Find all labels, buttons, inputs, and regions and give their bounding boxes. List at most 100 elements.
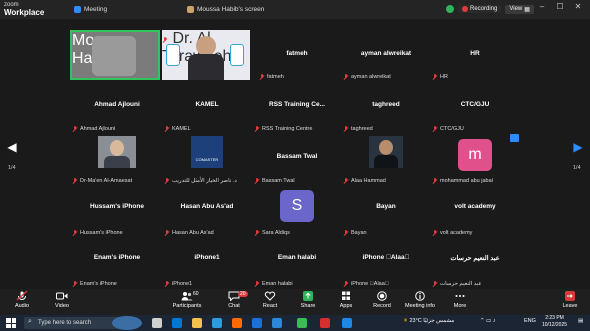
participant-label: KAMEL (164, 126, 191, 132)
participant-display-name: iPhone  Alaa  (362, 254, 410, 261)
word-icon[interactable] (252, 318, 262, 328)
participant-tile[interactable]: Bayan Bayan (341, 186, 431, 236)
participant-name: Alaa Hammad (351, 178, 386, 184)
clock-date: 10/12/2025 (542, 322, 568, 328)
participant-video-tarawneh[interactable]: Dr. Al Tarawneh (162, 30, 250, 80)
participant-tile[interactable]: COMASTER د. ناصر الخيار الأمثل للتدريب (162, 134, 252, 184)
video-button[interactable]: Video (42, 291, 82, 309)
record-label: Record (373, 303, 391, 309)
windows-start-icon[interactable] (6, 318, 16, 328)
participant-name: ayman alwreikat (351, 74, 391, 80)
participants-icon (181, 292, 193, 301)
participant-display-name: Bayan (376, 203, 396, 210)
leave-icon (565, 291, 575, 301)
participant-tile[interactable]: volt academy volt academy (430, 186, 520, 236)
participant-tile[interactable]: S Sara Aldiqs (252, 186, 342, 236)
language-indicator[interactable]: ENG (524, 318, 536, 324)
notification-icon[interactable]: ▤ (578, 318, 583, 324)
meeting-info-button[interactable]: Meeting info (398, 291, 442, 309)
participant-tile[interactable]: Alaa Hammad (341, 134, 431, 184)
participant-tile[interactable]: iPhone1 iPhone1 (162, 237, 252, 287)
tab-shared-screen[interactable]: Moussa Habib's screen (187, 4, 264, 15)
participant-display-name: Enam's iPhone (93, 254, 141, 261)
participant-display-name: Bassam Twal (276, 153, 318, 160)
participant-video-moussa[interactable]: Moussa Habib (70, 30, 160, 80)
participant-tile[interactable]: iPhone  Alaa  iPhone  Alaa  (341, 237, 431, 287)
apps-button[interactable]: Apps (326, 291, 366, 309)
store-icon[interactable] (212, 318, 222, 328)
blurred-person (92, 36, 136, 76)
participant-tile[interactable]: Enam's iPhone Enam's iPhone (72, 237, 162, 287)
recording-indicator[interactable]: Recording (458, 5, 502, 13)
participant-tile[interactable]: Eman halabi Eman halabi (252, 237, 342, 287)
zoom-taskbar-icon[interactable] (272, 318, 282, 328)
news-widget-icon[interactable] (112, 316, 142, 330)
mic-muted-icon (259, 74, 265, 80)
participants-button[interactable]: 60 Participants (165, 291, 209, 309)
file-explorer-icon[interactable] (192, 318, 202, 328)
office-icon[interactable] (232, 318, 242, 328)
participant-tile[interactable]: taghreed taghreed (341, 82, 431, 132)
chrome-icon[interactable] (297, 318, 307, 328)
chat-button[interactable]: 20 Chat (214, 291, 254, 309)
participant-tile[interactable]: Bassam Twal Bassam Twal (252, 134, 342, 184)
participant-tile[interactable]: RSS Training Ce... RSS Training Centre (252, 82, 342, 132)
participant-label: RSS Training Centre (254, 126, 312, 132)
participant-label: Bayan (343, 230, 367, 236)
mic-muted-icon (254, 126, 260, 132)
participant-tile[interactable]: عبد النعيم حرسات عبد النعيم حرسات (430, 237, 520, 287)
zoom-app: zoom Workplace Meeting Moussa Habib's sc… (0, 0, 590, 331)
next-page-icon[interactable]: ▶ (571, 140, 585, 154)
more-button[interactable]: More (440, 291, 480, 309)
participant-label: CTC/GJU (432, 126, 464, 132)
minimize-icon[interactable]: – (536, 2, 548, 11)
participant-tile[interactable]: Hussam's iPhone Hussam's iPhone (72, 186, 162, 236)
participant-name: iPhone  Alaa  (351, 281, 389, 287)
participant-tile[interactable]: Dr-Ma'en Al-Amaesat (72, 134, 162, 184)
participant-tile[interactable]: ayman alwreikat ayman alwreikat (341, 30, 431, 80)
chevron-up-icon: ⌃ (480, 318, 485, 324)
share-button[interactable]: Share (288, 291, 328, 309)
participant-tile[interactable]: CTC/GJU CTC/GJU (430, 82, 520, 132)
maximize-icon[interactable]: ☐ (554, 2, 566, 11)
participant-tile[interactable]: fatmeh fatmeh (252, 30, 342, 80)
participant-tile[interactable]: HR HR (430, 30, 520, 80)
mic-muted-icon (343, 126, 349, 132)
audio-button[interactable]: Audio (2, 291, 42, 309)
clock[interactable]: 2:23 PM 10/12/2025 (542, 315, 567, 329)
previous-page-icon[interactable]: ◀ (5, 140, 19, 154)
meeting-icon (74, 6, 81, 13)
participant-label: عبد النعيم حرسات (432, 281, 482, 287)
view-button[interactable]: View ▦ (505, 4, 534, 14)
participant-name: Bayan (351, 230, 367, 236)
shield-check-icon (446, 5, 454, 13)
logo-right (230, 44, 244, 66)
meeting-info-label: Meeting info (405, 303, 435, 309)
participant-display-name: taghreed (372, 101, 400, 108)
tab-meeting[interactable]: Meeting (74, 4, 107, 15)
mic-muted-icon (164, 281, 170, 287)
participant-name: mohammad abu jabal (440, 178, 493, 184)
react-label: React (262, 303, 278, 309)
participant-tile[interactable]: KAMEL KAMEL (162, 82, 252, 132)
participant-tile[interactable]: Hasan Abu As'ad Hasan Abu As'ad (162, 186, 252, 236)
react-button[interactable]: React (250, 291, 290, 309)
acrobat-icon[interactable] (320, 318, 330, 328)
leave-button[interactable]: Leave (550, 291, 590, 309)
edge-icon[interactable] (172, 318, 182, 328)
mic-muted-icon (343, 230, 349, 236)
mic-muted-icon (343, 74, 349, 80)
task-view-icon[interactable] (152, 318, 162, 328)
video-camera-icon (56, 292, 68, 300)
participant-tile[interactable]: Ahmad Ajlouni Ahmad Ajlouni (72, 82, 162, 132)
outlook-icon[interactable] (342, 318, 352, 328)
tray-icons[interactable]: ⌃ ▭ ♪ (480, 318, 496, 324)
participant-name: د. ناصر الخيار الأمثل للتدريب (172, 178, 237, 184)
close-icon[interactable]: ✕ (572, 2, 584, 11)
weather-widget[interactable]: ☀ 23°C مشمس جزئيًا (403, 318, 454, 324)
network-icon: ▭ (486, 318, 492, 324)
profile-photo (98, 136, 136, 168)
participant-tile[interactable]: m mohammad abu jabal (430, 134, 520, 184)
avatar: S (280, 190, 314, 222)
record-button[interactable]: Record (362, 291, 402, 309)
